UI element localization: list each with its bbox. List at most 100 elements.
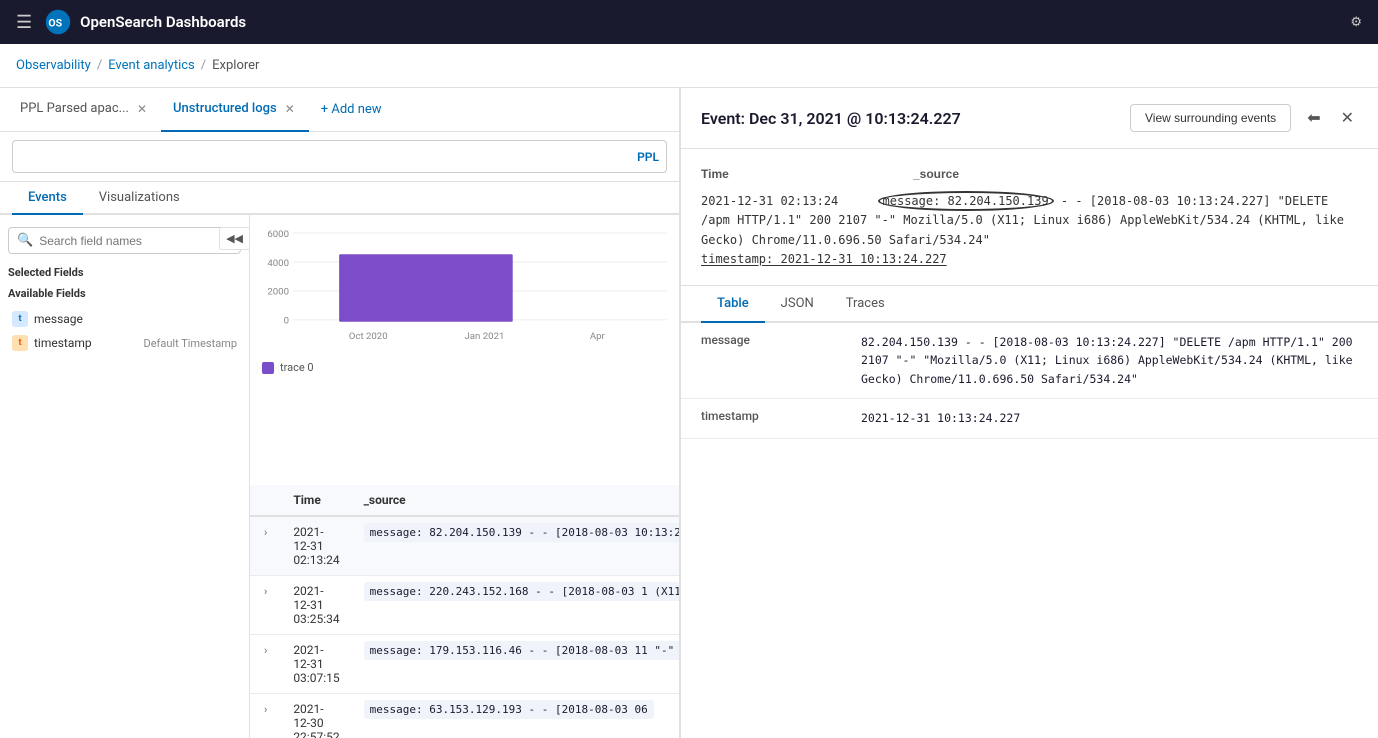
main-layout: PPL Parsed apac... ✕ Unstructured logs ✕… [0, 88, 1378, 738]
table-row: › 2021-12-31 03:07:15 message: 179.153.1… [250, 634, 679, 693]
row-source-1: message: 220.243.152.168 - - [2018-08-03… [352, 575, 679, 634]
detail-row-timestamp: timestamp 2021-12-31 10:13:24.227 [681, 399, 1378, 438]
tab-ppl-close-icon[interactable]: ✕ [135, 100, 149, 118]
svg-text:6000: 6000 [267, 229, 289, 240]
field-default-label: Default Timestamp [143, 337, 237, 350]
tab-visualizations[interactable]: Visualizations [83, 182, 196, 215]
field-search-input[interactable] [39, 234, 232, 248]
row-source-3: message: 63.153.129.193 - - [2018-08-03 … [352, 693, 679, 738]
detail-tab-traces[interactable]: Traces [830, 286, 901, 323]
histogram-chart: 6000 4000 2000 0 Oct 2020 Jan 2021 [262, 223, 667, 353]
row-source-2: message: 179.153.116.46 - - [2018-08-03 … [352, 634, 679, 693]
row-expand-icon-0[interactable]: › [262, 524, 269, 541]
field-message[interactable]: t message [8, 308, 241, 330]
breadcrumb-event-analytics[interactable]: Event analytics [108, 58, 195, 73]
view-surrounding-button[interactable]: View surrounding events [1130, 104, 1291, 132]
chart-legend: trace 0 [262, 361, 667, 374]
detail-tab-table[interactable]: Table [701, 286, 765, 323]
tab-add-new[interactable]: + Add new [309, 102, 394, 117]
tab-unstructured-logs[interactable]: Unstructured logs ✕ [161, 88, 309, 132]
field-type-text-icon: t [12, 311, 28, 327]
svg-text:OS: OS [49, 16, 63, 29]
svg-text:0: 0 [284, 316, 289, 327]
field-type-ts-icon: t [12, 335, 28, 351]
chart-area: 6000 4000 2000 0 Oct 2020 Jan 2021 [250, 215, 679, 485]
detail-value-message: 82.204.150.139 - - [2018-08-03 10:13:24.… [841, 323, 1378, 399]
detail-table-container: message 82.204.150.139 - - [2018-08-03 1… [681, 323, 1378, 738]
detail-field-timestamp: timestamp [681, 399, 841, 438]
breadcrumb: Observability / Event analytics / Explor… [0, 44, 1378, 88]
results-table-area: Time _source › 2021-12-31 02:13:24 messa… [250, 485, 679, 738]
content-area: ◀◀ 🔍 Selected Fields Available Fields t … [0, 215, 679, 738]
tab-events[interactable]: Events [12, 182, 83, 215]
event-log-area: Time _source 2021-12-31 02:13:24 message… [681, 149, 1378, 286]
breadcrumb-sep-1: / [97, 58, 102, 73]
top-navigation: ☰ OS OpenSearch Dashboards ⚙ [0, 0, 1378, 44]
svg-text:2000: 2000 [267, 287, 289, 298]
detail-row-message: message 82.204.150.139 - - [2018-08-03 1… [681, 323, 1378, 399]
event-detail-panel: Event: Dec 31, 2021 @ 10:13:24.227 View … [680, 88, 1378, 738]
gear-icon[interactable]: ⚙ [1350, 15, 1362, 30]
svg-text:Apr: Apr [590, 331, 606, 342]
row-log-0: message: 82.204.150.139 - - [2018-08-03 … [364, 523, 679, 542]
ppl-badge: PPL [637, 150, 659, 164]
search-icon: 🔍 [17, 233, 33, 248]
svg-text:Jan 2021: Jan 2021 [465, 331, 505, 342]
legend-label-trace0: trace 0 [280, 361, 314, 374]
available-fields-label: Available Fields [8, 287, 241, 300]
log-col-time: Time [701, 165, 881, 184]
event-log-text: 2021-12-31 02:13:24 message: 82.204.150.… [701, 192, 1358, 269]
row-log-2: message: 179.153.116.46 - - [2018-08-03 … [364, 641, 679, 660]
nav-right: ⚙ [1350, 15, 1362, 30]
tab-bar: PPL Parsed apac... ✕ Unstructured logs ✕… [0, 88, 679, 132]
table-row: › 2021-12-30 22:57:52 message: 63.153.12… [250, 693, 679, 738]
log-message-highlight: message: 82.204.150.139 [878, 191, 1054, 211]
results-table: Time _source › 2021-12-31 02:13:24 messa… [250, 485, 679, 738]
breadcrumb-explorer: Explorer [212, 58, 259, 73]
event-detail-header: Event: Dec 31, 2021 @ 10:13:24.227 View … [681, 88, 1378, 149]
sidebar-fields: ◀◀ 🔍 Selected Fields Available Fields t … [0, 215, 250, 738]
svg-text:Oct 2020: Oct 2020 [349, 331, 388, 342]
breadcrumb-observability[interactable]: Observability [16, 58, 91, 73]
row-log-1: message: 220.243.152.168 - - [2018-08-03… [364, 582, 679, 601]
legend-color-trace0 [262, 362, 274, 374]
hamburger-icon[interactable]: ☰ [16, 12, 32, 33]
log-time-value: 2021-12-31 02:13:24 [701, 194, 838, 208]
tab-unstructured-close-icon[interactable]: ✕ [283, 100, 297, 118]
table-row: › 2021-12-31 02:13:24 message: 82.204.15… [250, 516, 679, 576]
close-panel-button[interactable]: ✕ [1337, 104, 1358, 132]
chart-table-area: 6000 4000 2000 0 Oct 2020 Jan 2021 [250, 215, 679, 738]
log-timestamp-highlight: timestamp: 2021-12-31 10:13:24.227 [701, 252, 947, 266]
sub-tab-bar: Events Visualizations [0, 182, 679, 215]
col-expand [250, 485, 281, 516]
tab-ppl-parsed[interactable]: PPL Parsed apac... ✕ [8, 88, 161, 132]
app-title: OpenSearch Dashboards [80, 13, 246, 31]
row-time-3: 2021-12-30 22:57:52 [281, 693, 351, 738]
selected-fields-label: Selected Fields [8, 266, 241, 279]
tab-unstructured-label: Unstructured logs [173, 101, 277, 116]
svg-text:4000: 4000 [267, 258, 289, 269]
query-input[interactable]: source = apache_logs [12, 140, 667, 173]
row-expand-icon-1[interactable]: › [262, 583, 269, 600]
collapse-sidebar-button[interactable]: ◀◀ [219, 227, 250, 250]
dock-panel-button[interactable]: ⬅ [1303, 104, 1324, 132]
row-expand-icon-2[interactable]: › [262, 642, 269, 659]
row-time-2: 2021-12-31 03:07:15 [281, 634, 351, 693]
row-expand-icon-3[interactable]: › [262, 701, 269, 718]
field-timestamp[interactable]: t timestamp Default Timestamp [8, 332, 241, 354]
tab-ppl-label: PPL Parsed apac... [20, 101, 129, 116]
detail-value-timestamp: 2021-12-31 10:13:24.227 [841, 399, 1378, 438]
detail-tab-json[interactable]: JSON [765, 286, 830, 323]
col-source: _source [352, 485, 679, 516]
row-log-3: message: 63.153.129.193 - - [2018-08-03 … [364, 700, 654, 719]
log-col-source: _source [913, 165, 1358, 184]
search-bar: source = apache_logs PPL [0, 132, 679, 182]
row-source-0: message: 82.204.150.139 - - [2018-08-03 … [352, 516, 679, 576]
app-logo: OS OpenSearch Dashboards [44, 8, 246, 36]
row-time-0: 2021-12-31 02:13:24 [281, 516, 351, 576]
field-search-container: 🔍 [8, 227, 241, 254]
row-time-1: 2021-12-31 03:25:34 [281, 575, 351, 634]
breadcrumb-sep-2: / [201, 58, 206, 73]
field-message-name: message [34, 312, 83, 326]
col-time: Time [281, 485, 351, 516]
